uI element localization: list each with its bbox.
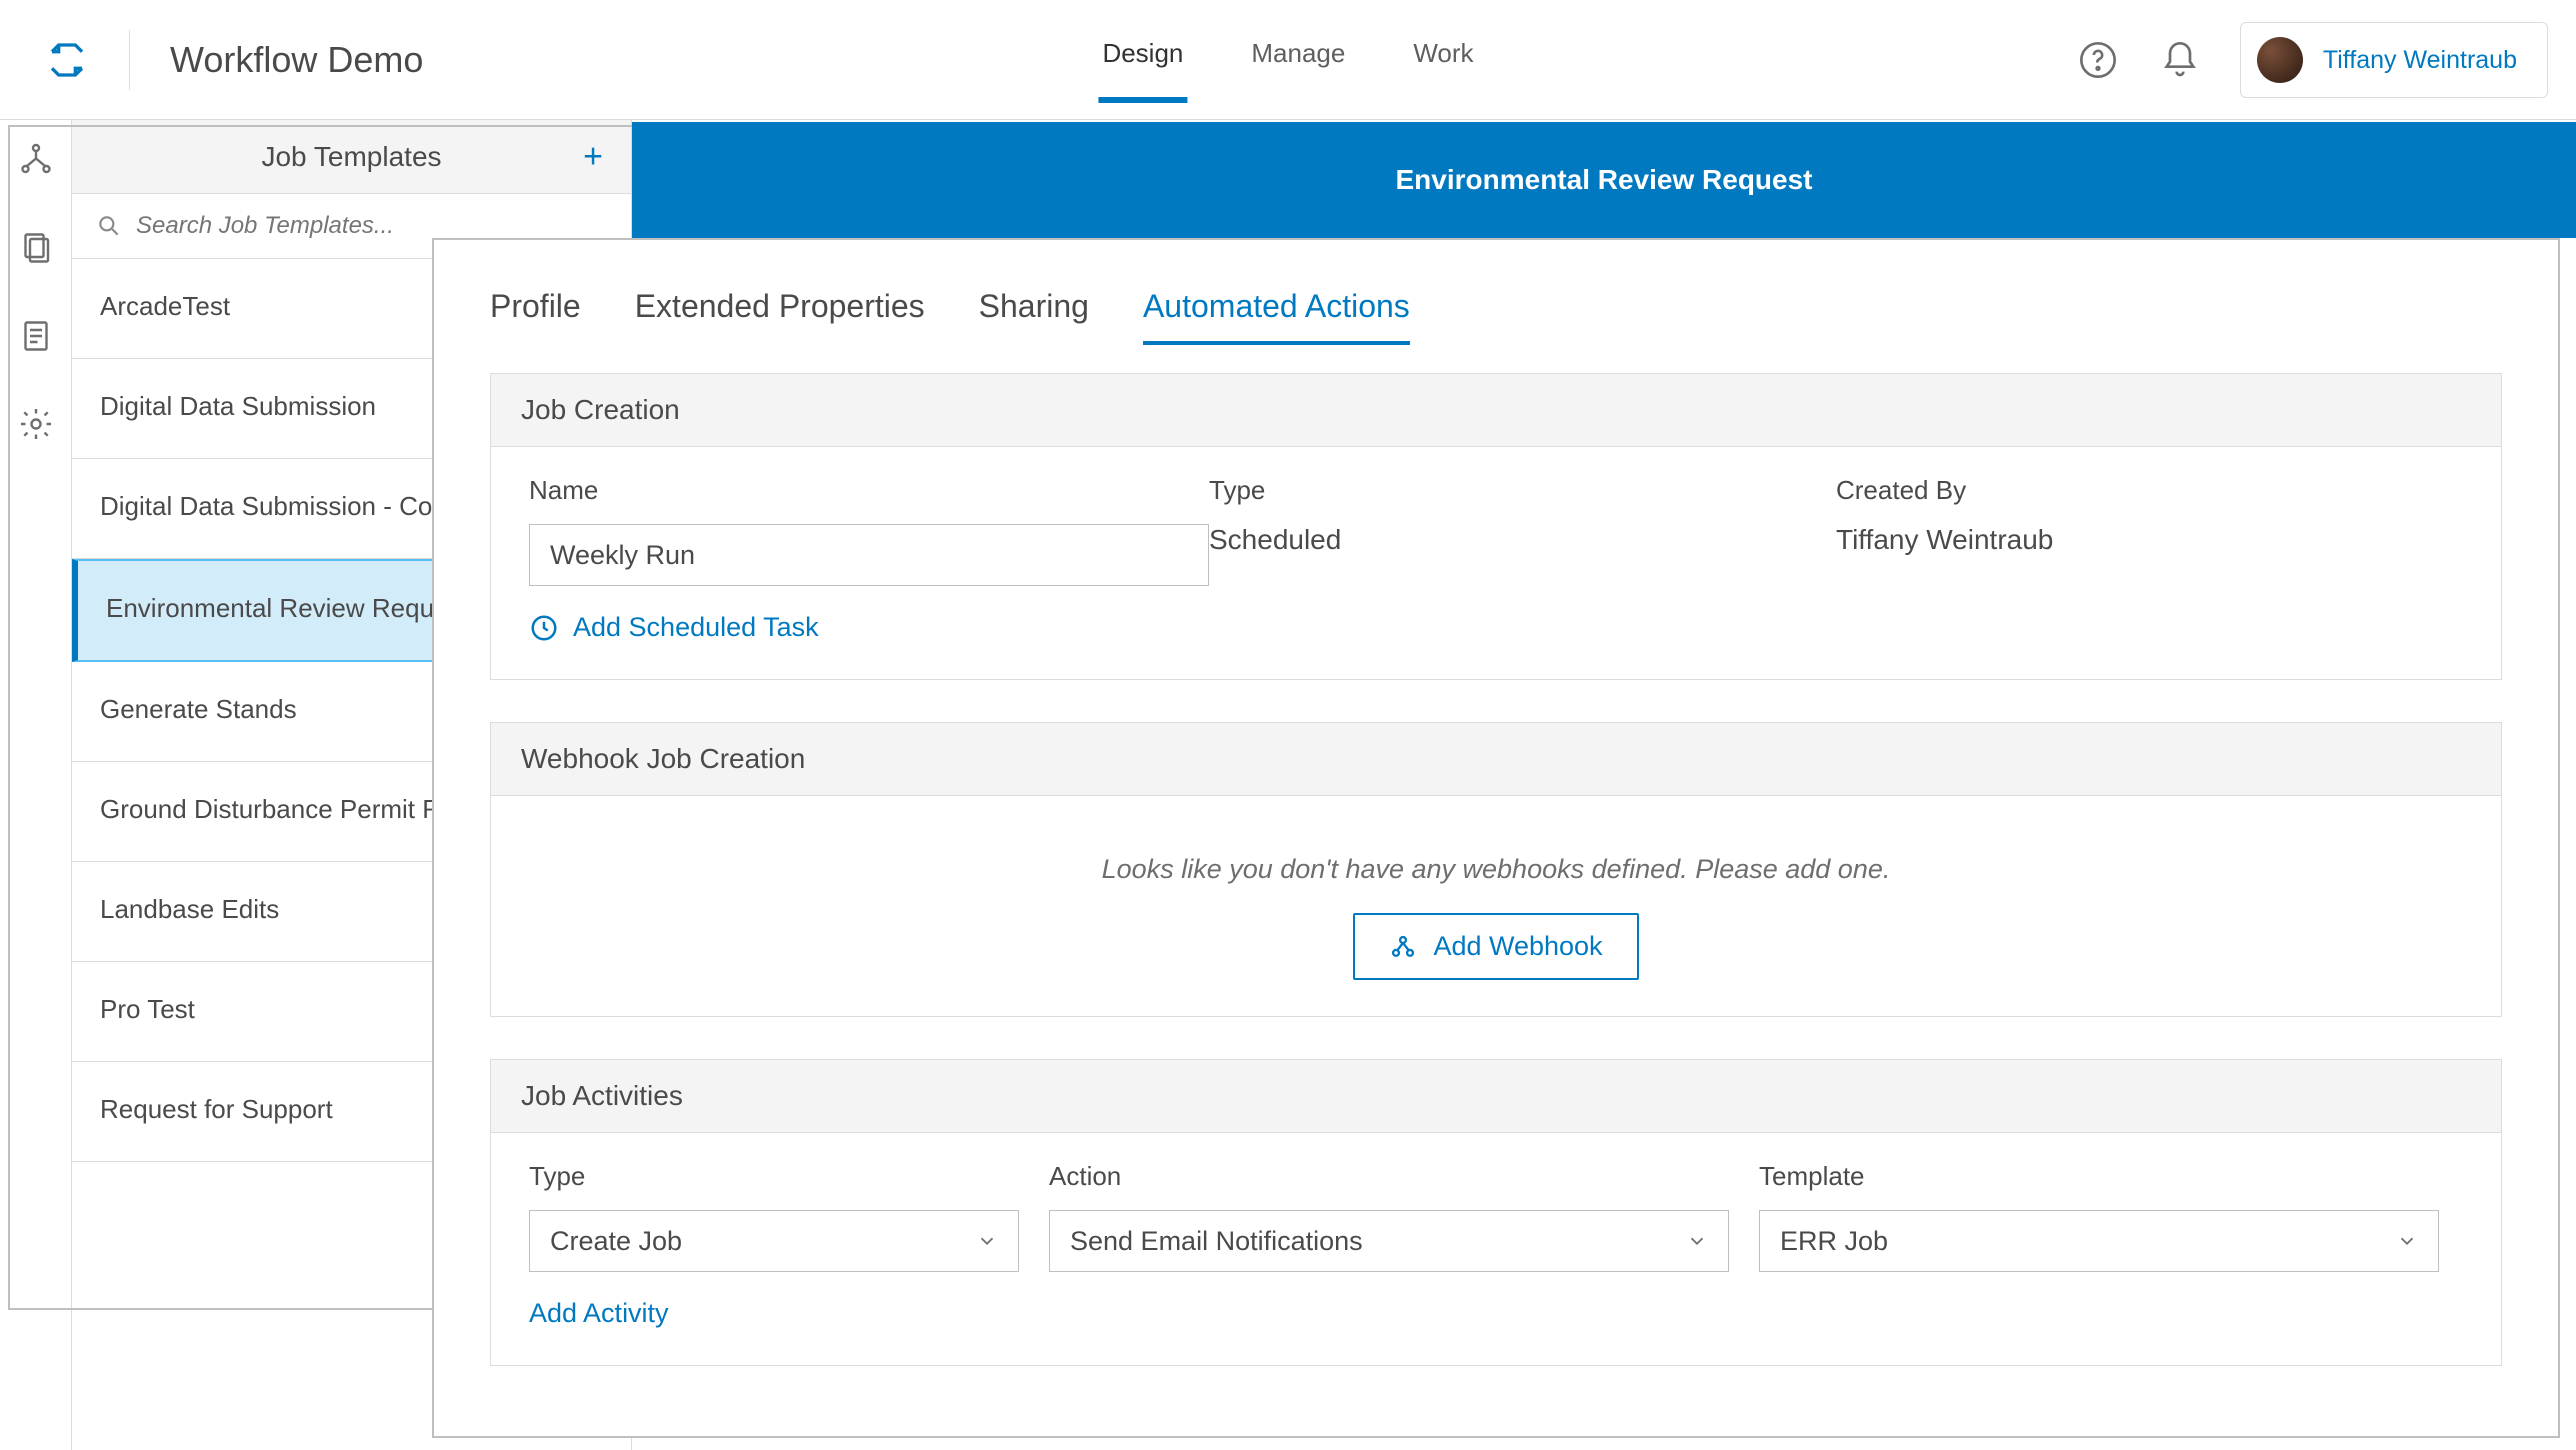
add-activity-button[interactable]: Add Activity <box>529 1298 2463 1329</box>
search-input[interactable] <box>136 212 607 240</box>
label-activity-type: Type <box>529 1161 1019 1192</box>
label-activity-action: Action <box>1049 1161 1729 1192</box>
tab-work[interactable]: Work <box>1409 20 1477 103</box>
document-icon[interactable] <box>18 318 54 354</box>
avatar <box>2257 37 2303 83</box>
diagram-icon[interactable] <box>18 142 54 178</box>
tab-design[interactable]: Design <box>1098 20 1187 103</box>
app-title: Workflow Demo <box>170 39 423 81</box>
tab-sharing[interactable]: Sharing <box>979 288 1089 345</box>
templates-icon[interactable] <box>18 230 54 266</box>
value-type: Scheduled <box>1209 524 1341 555</box>
webhook-empty-text: Looks like you don't have any webhooks d… <box>529 824 2463 913</box>
top-nav-tabs: Design Manage Work <box>1098 20 1477 103</box>
section-header: Webhook Job Creation <box>491 723 2501 796</box>
add-scheduled-task-label: Add Scheduled Task <box>573 612 819 643</box>
add-activity-label: Add Activity <box>529 1298 669 1329</box>
value-created-by: Tiffany Weintraub <box>1836 524 2053 555</box>
add-template-button[interactable]: + <box>583 137 603 176</box>
webhook-icon <box>1389 933 1417 961</box>
app-logo-icon <box>45 38 89 82</box>
label-name: Name <box>529 475 1209 506</box>
activity-type-select[interactable]: Create Job <box>529 1210 1019 1272</box>
side-panel-header: Job Templates + <box>72 120 631 194</box>
section-header: Job Activities <box>491 1060 2501 1133</box>
left-rail <box>0 120 72 1450</box>
section-job-creation: Job Creation Name Type Scheduled Created… <box>490 373 2502 680</box>
clock-icon <box>529 613 559 643</box>
chevron-down-icon <box>976 1230 998 1252</box>
add-scheduled-task-button[interactable]: Add Scheduled Task <box>529 612 2463 643</box>
tab-extended-properties[interactable]: Extended Properties <box>635 288 925 345</box>
add-webhook-label: Add Webhook <box>1433 931 1602 962</box>
user-name: Tiffany Weintraub <box>2323 46 2517 75</box>
chevron-down-icon <box>2396 1230 2418 1252</box>
section-header: Job Creation <box>491 374 2501 447</box>
label-type: Type <box>1209 475 1836 506</box>
help-icon[interactable] <box>2076 38 2120 82</box>
name-input[interactable] <box>529 524 1209 586</box>
bell-icon[interactable] <box>2158 38 2202 82</box>
top-right-cluster: Tiffany Weintraub <box>2076 0 2548 120</box>
tab-profile[interactable]: Profile <box>490 288 581 345</box>
activity-template-select[interactable]: ERR Job <box>1759 1210 2439 1272</box>
section-webhook: Webhook Job Creation Looks like you don'… <box>490 722 2502 1017</box>
gear-icon[interactable] <box>18 406 54 442</box>
activity-action-select[interactable]: Send Email Notifications <box>1049 1210 1729 1272</box>
tab-manage[interactable]: Manage <box>1247 20 1349 103</box>
user-menu[interactable]: Tiffany Weintraub <box>2240 22 2548 98</box>
activity-template-value: ERR Job <box>1780 1226 1888 1257</box>
label-activity-template: Template <box>1759 1161 2439 1192</box>
chevron-down-icon <box>1686 1230 1708 1252</box>
main-panel: Profile Extended Properties Sharing Auto… <box>432 238 2560 1438</box>
section-job-activities: Job Activities Type Create Job Action Se… <box>490 1059 2502 1366</box>
banner-title: Environmental Review Request <box>1395 164 1812 196</box>
brand-block: Workflow Demo <box>0 30 423 90</box>
label-created-by: Created By <box>1836 475 2463 506</box>
tab-automated-actions[interactable]: Automated Actions <box>1143 288 1410 345</box>
page-banner: Environmental Review Request <box>632 122 2576 238</box>
add-webhook-button[interactable]: Add Webhook <box>1353 913 1638 980</box>
panel-tabs: Profile Extended Properties Sharing Auto… <box>490 288 2502 345</box>
side-panel-title: Job Templates <box>261 141 441 173</box>
search-icon <box>96 213 122 239</box>
top-bar: Workflow Demo Design Manage Work Tiffany… <box>0 0 2576 120</box>
activity-action-value: Send Email Notifications <box>1070 1226 1363 1257</box>
activity-type-value: Create Job <box>550 1226 682 1257</box>
